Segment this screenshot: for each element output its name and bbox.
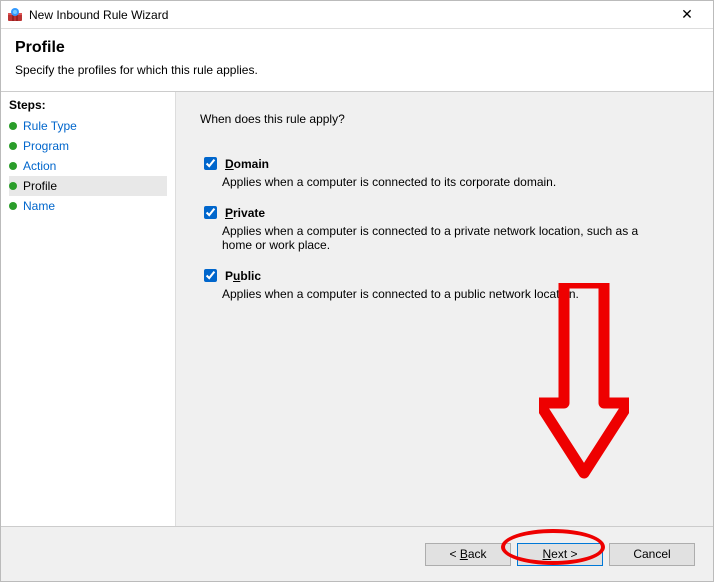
step-label: Profile: [23, 179, 57, 193]
step-program[interactable]: Program: [9, 136, 167, 156]
close-button[interactable]: ✕: [667, 6, 707, 23]
bullet-icon: [9, 142, 17, 150]
private-name: Private: [225, 206, 265, 220]
option-private: Private Applies when a computer is conne…: [200, 203, 689, 252]
public-checkbox-row[interactable]: Public: [200, 266, 689, 285]
domain-name: Domain: [225, 157, 269, 171]
cancel-button[interactable]: Cancel: [609, 543, 695, 566]
bullet-icon: [9, 162, 17, 170]
question-label: When does this rule apply?: [200, 112, 689, 126]
bullet-icon: [9, 122, 17, 130]
steps-sidebar: Steps: Rule Type Program Action Profile …: [1, 92, 176, 526]
window-title: New Inbound Rule Wizard: [29, 8, 667, 22]
domain-desc: Applies when a computer is connected to …: [222, 175, 652, 189]
page-title: Profile: [15, 39, 699, 57]
wizard-header: Profile Specify the profiles for which t…: [1, 29, 713, 85]
domain-checkbox-row[interactable]: Domain: [200, 154, 689, 173]
main-panel: When does this rule apply? Domain Applie…: [176, 92, 713, 526]
step-label: Action: [23, 159, 56, 173]
public-checkbox[interactable]: [204, 269, 217, 282]
private-checkbox-row[interactable]: Private: [200, 203, 689, 222]
private-desc: Applies when a computer is connected to …: [222, 224, 652, 252]
step-profile[interactable]: Profile: [9, 176, 167, 196]
wizard-footer: < Back Next > Cancel: [1, 527, 713, 581]
step-label: Rule Type: [23, 119, 77, 133]
step-rule-type[interactable]: Rule Type: [9, 116, 167, 136]
titlebar: New Inbound Rule Wizard ✕: [1, 1, 713, 29]
step-action[interactable]: Action: [9, 156, 167, 176]
public-name: Public: [225, 269, 261, 283]
steps-label: Steps:: [9, 98, 167, 112]
step-label: Name: [23, 199, 55, 213]
step-label: Program: [23, 139, 69, 153]
next-button[interactable]: Next >: [517, 543, 603, 566]
bullet-icon: [9, 202, 17, 210]
back-button[interactable]: < Back: [425, 543, 511, 566]
option-domain: Domain Applies when a computer is connec…: [200, 154, 689, 189]
public-desc: Applies when a computer is connected to …: [222, 287, 652, 301]
page-subtitle: Specify the profiles for which this rule…: [15, 63, 699, 77]
private-checkbox[interactable]: [204, 206, 217, 219]
option-public: Public Applies when a computer is connec…: [200, 266, 689, 301]
step-name[interactable]: Name: [9, 196, 167, 216]
bullet-icon: [9, 182, 17, 190]
firewall-icon: [7, 7, 23, 23]
domain-checkbox[interactable]: [204, 157, 217, 170]
